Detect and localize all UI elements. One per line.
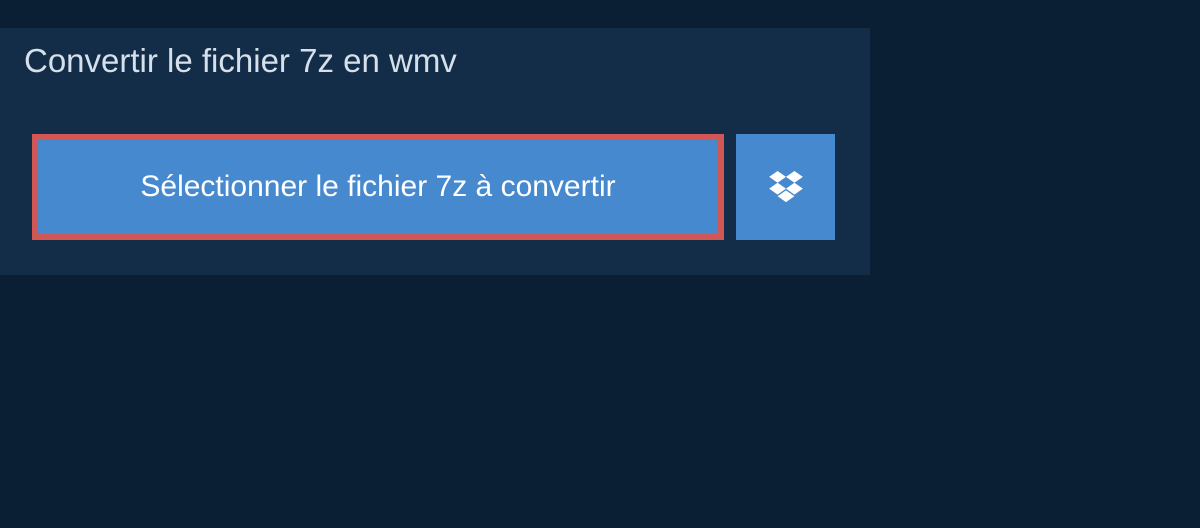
converter-panel: Convertir le fichier 7z en wmv Sélection… xyxy=(0,28,870,275)
select-file-button[interactable]: Sélectionner le fichier 7z à convertir xyxy=(32,134,724,240)
title-bar: Convertir le fichier 7z en wmv xyxy=(0,28,481,94)
page-title: Convertir le fichier 7z en wmv xyxy=(24,42,457,79)
select-file-button-label: Sélectionner le fichier 7z à convertir xyxy=(140,170,615,204)
dropbox-icon xyxy=(769,171,803,203)
upload-button-row: Sélectionner le fichier 7z à convertir xyxy=(32,134,835,240)
dropbox-button[interactable] xyxy=(736,134,835,240)
